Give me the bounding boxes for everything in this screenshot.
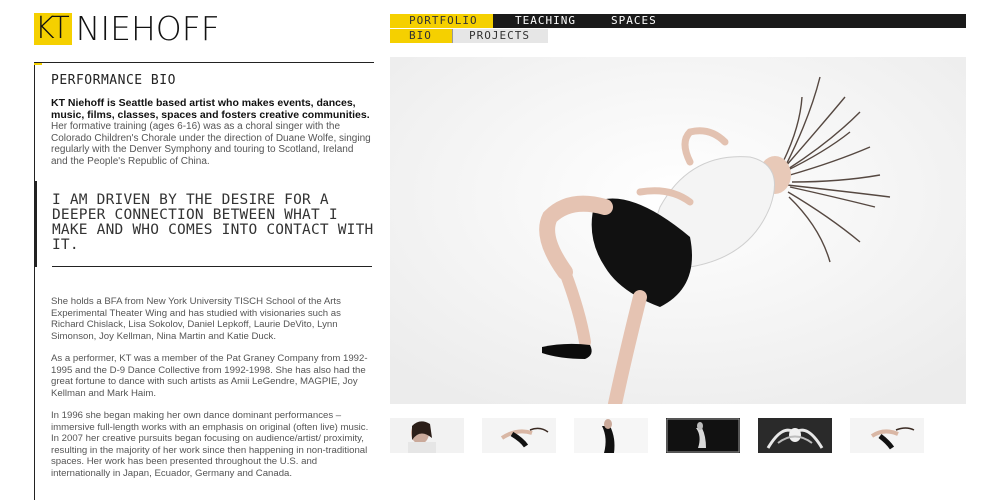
nav-tab-bio[interactable]: BIO	[390, 29, 452, 43]
quote-divider	[52, 266, 372, 267]
bio-intro-text: Her formative training (ages 6-16) was a…	[51, 121, 371, 167]
site-logo[interactable]: KT NIEHOFF	[34, 9, 220, 48]
primary-nav: PORTFOLIO TEACHING SPACES	[390, 14, 966, 28]
nav-tab-projects[interactable]: PROJECTS	[452, 29, 548, 43]
left-column-rule	[34, 62, 35, 500]
bio-paragraph: As a performer, KT was a member of the P…	[51, 353, 368, 399]
pull-quote: I AM DRIVEN BY THE DESIRE FOR A DEEPER C…	[52, 192, 374, 253]
bio-paragraph: She holds a BFA from New York University…	[51, 296, 341, 342]
nav-tab-teaching[interactable]: TEACHING	[493, 14, 591, 28]
section-title-text: PERFORMANCE BIO	[51, 73, 176, 88]
section-title: PERFORMANCE BIO	[34, 62, 374, 90]
bio-intro-bold: KT Niehoff is Seattle based artist who m…	[51, 97, 370, 121]
bio-intro: KT Niehoff is Seattle based artist who m…	[51, 97, 371, 167]
nav-tab-spaces[interactable]: SPACES	[591, 14, 681, 28]
gallery-thumbnail[interactable]	[482, 418, 556, 453]
quote-bar	[34, 181, 37, 267]
bio-paragraph: In 1996 she began making her own dance d…	[51, 410, 369, 479]
secondary-nav: BIO PROJECTS	[390, 29, 548, 43]
nav-tab-portfolio[interactable]: PORTFOLIO	[390, 14, 493, 28]
title-accent-marker	[34, 63, 42, 65]
main-photo	[390, 57, 966, 404]
logo-kt: KT	[34, 13, 72, 45]
gallery-thumbnail[interactable]	[390, 418, 464, 453]
dancer-photo-illustration	[390, 57, 966, 404]
logo-name: NIEHOFF	[75, 9, 220, 48]
gallery-thumbnail[interactable]	[850, 418, 924, 453]
gallery-thumbnail-selected[interactable]	[666, 418, 740, 453]
gallery-thumbnail[interactable]	[758, 418, 832, 453]
gallery-thumbnail[interactable]	[574, 418, 648, 453]
